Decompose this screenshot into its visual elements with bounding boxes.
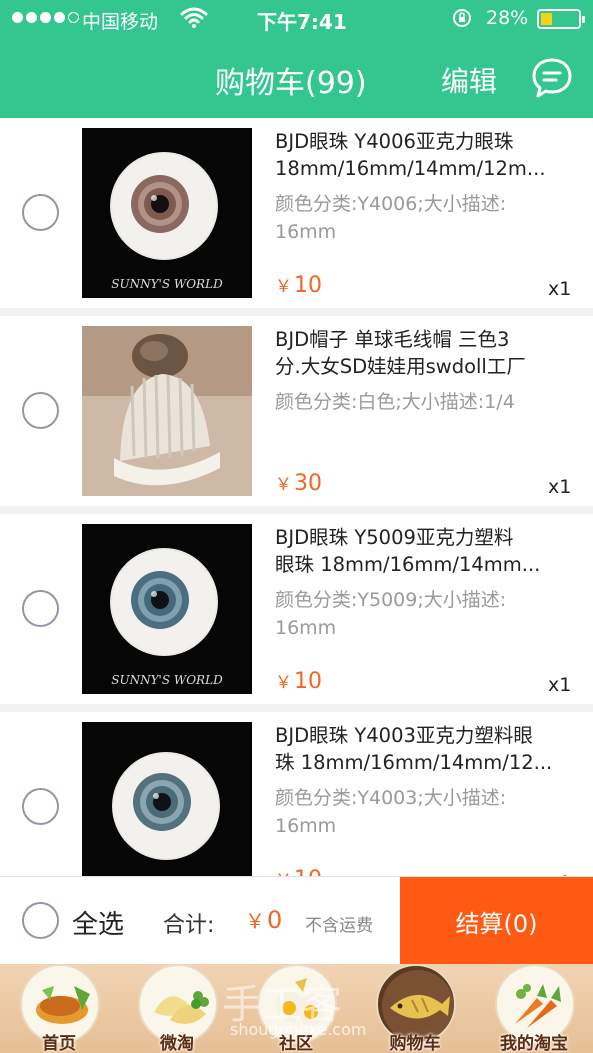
tab-my-taobao[interactable]: 我的淘宝	[475, 964, 593, 1053]
tab-label: 社区	[279, 1034, 313, 1053]
eye-image	[82, 722, 252, 876]
item-price: ￥10	[275, 866, 322, 876]
cart-item[interactable]: SUNNY'S WORLD BJD眼珠 Y5009亚克力塑料 眼珠 18mm/1…	[0, 514, 593, 704]
item-title[interactable]: BJD眼珠 Y4003亚克力塑料眼 珠 18mm/16mm/14mm/12...	[275, 722, 580, 776]
item-quantity: x1	[548, 674, 572, 696]
tab-community[interactable]: 社区	[237, 964, 355, 1053]
item-quantity: x1	[548, 476, 572, 498]
tab-label: 首页	[42, 1034, 76, 1053]
item-spec: 颜色分类:Y4003;大小描述: 16mm	[275, 787, 507, 837]
tab-label: 微淘	[160, 1034, 194, 1053]
carrier-name: 中国移动	[82, 11, 159, 33]
tab-label: 购物车	[389, 1034, 441, 1053]
battery-icon	[537, 9, 585, 29]
status-bar: 中国移动 下午7:41 28%	[0, 0, 593, 38]
hat-image	[82, 326, 252, 496]
tab-bar: 首页 微淘 社区 购物车 我的淘宝	[0, 964, 593, 1053]
image-watermark-text: SUNNY'S WORLD	[111, 277, 223, 291]
product-image-eye[interactable]	[82, 722, 252, 876]
item-checkbox[interactable]	[22, 788, 59, 825]
cart-list[interactable]: SUNNY'S WORLD BJD眼珠 Y4006亚克力眼珠 18mm/16mm…	[0, 118, 593, 876]
item-title[interactable]: BJD帽子 单球毛线帽 三色3 分.大女SD娃娃用swdoll工厂	[275, 326, 580, 380]
cart-item[interactable]: SUNNY'S WORLD BJD眼珠 Y4006亚克力眼珠 18mm/16mm…	[0, 118, 593, 308]
cart-item[interactable]: BJD帽子 单球毛线帽 三色3 分.大女SD娃娃用swdoll工厂 颜色分类:白…	[0, 316, 593, 506]
edit-button[interactable]: 编辑	[441, 60, 497, 100]
total-label: 合计:	[163, 913, 215, 938]
product-image-eye[interactable]: SUNNY'S WORLD	[82, 128, 252, 298]
item-price: ￥30	[275, 471, 322, 496]
shipping-note: 不含运费	[305, 916, 373, 936]
item-checkbox[interactable]	[22, 194, 59, 231]
page-title: 购物车(99)	[215, 66, 367, 101]
wifi-icon	[180, 7, 208, 28]
item-price: ￥10	[275, 273, 322, 298]
item-title[interactable]: BJD眼珠 Y5009亚克力塑料 眼珠 18mm/16mm/14mm...	[275, 524, 580, 578]
total-value: ￥0	[245, 906, 283, 934]
product-image-eye[interactable]: SUNNY'S WORLD	[82, 524, 252, 694]
item-price: ￥10	[275, 669, 322, 694]
cart-item[interactable]: BJD眼珠 Y4003亚克力塑料眼 珠 18mm/16mm/14mm/12...…	[0, 712, 593, 876]
item-quantity: x1	[548, 278, 572, 300]
select-all-label[interactable]: 全选	[72, 904, 124, 941]
chat-bubble-icon[interactable]	[530, 56, 574, 100]
item-spec: 颜色分类:白色;大小描述:1/4	[275, 391, 515, 413]
rotation-lock-icon	[453, 9, 471, 27]
item-checkbox[interactable]	[22, 590, 59, 627]
top-bar: 中国移动 下午7:41 28% 购物车(99) 编辑	[0, 0, 593, 118]
tab-label: 我的淘宝	[500, 1034, 568, 1053]
image-watermark-text: SUNNY'S WORLD	[111, 673, 223, 687]
item-spec: 颜色分类:Y5009;大小描述: 16mm	[275, 589, 507, 639]
checkout-button[interactable]: 结算(0)	[400, 877, 593, 965]
tab-home[interactable]: 首页	[0, 964, 118, 1053]
tab-cart[interactable]: 购物车	[356, 964, 474, 1053]
clock: 下午7:41	[257, 10, 347, 34]
select-all-checkbox[interactable]	[22, 902, 59, 939]
eye-image: SUNNY'S WORLD	[82, 128, 252, 298]
signal-dots-icon	[12, 12, 79, 23]
item-spec: 颜色分类:Y4006;大小描述: 16mm	[275, 193, 507, 243]
item-title[interactable]: BJD眼珠 Y4006亚克力眼珠 18mm/16mm/14mm/12m...	[275, 128, 580, 182]
battery-percent: 28%	[486, 7, 529, 29]
item-checkbox[interactable]	[22, 392, 59, 429]
eye-image: SUNNY'S WORLD	[82, 524, 252, 694]
checkout-bar: 全选 合计: ￥0 不含运费 结算(0)	[0, 876, 593, 965]
product-image-hat[interactable]	[82, 326, 252, 496]
tab-weitao[interactable]: 微淘	[118, 964, 236, 1053]
